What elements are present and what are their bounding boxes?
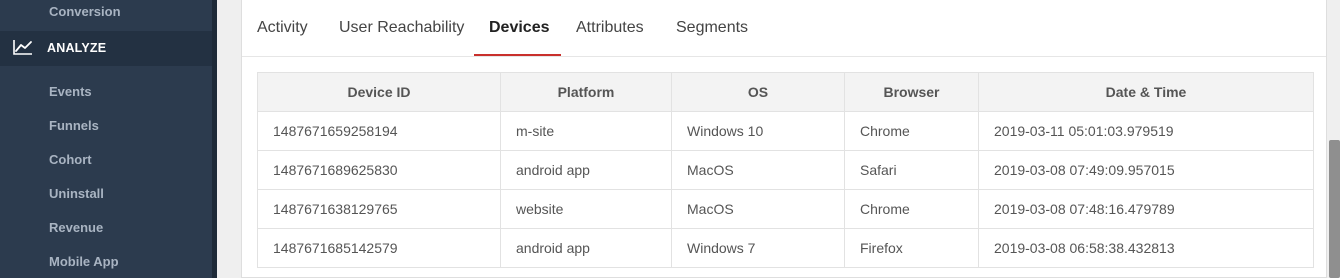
tab-user-reachability[interactable]: User Reachability [339,19,464,37]
sidebar: Conversion ANALYZE Events Funnels Cohort… [0,0,212,278]
cell-device-id: 1487671689625830 [257,150,501,190]
cell-os: Windows 7 [671,228,845,268]
cell-os: Windows 10 [671,111,845,151]
cell-platform: android app [500,228,672,268]
tab-activity[interactable]: Activity [257,19,308,37]
sidebar-item-events[interactable]: Events [49,84,92,99]
cell-device-id: 1487671659258194 [257,111,501,151]
cell-os: MacOS [671,189,845,229]
tab-attributes[interactable]: Attributes [576,19,644,37]
sidebar-item-funnels[interactable]: Funnels [49,118,99,133]
cell-os: MacOS [671,150,845,190]
cell-platform: website [500,189,672,229]
cell-browser: Safari [844,150,979,190]
cell-date-time: 2019-03-08 07:48:16.479789 [978,189,1314,229]
scrollbar-thumb[interactable] [1329,140,1340,278]
table-row: 1487671689625830 android app MacOS Safar… [257,150,1314,190]
tab-bar: Activity User Reachability Devices Attri… [242,0,1326,57]
table-header-row: Device ID Platform OS Browser Date & Tim… [257,72,1314,112]
cell-device-id: 1487671638129765 [257,189,501,229]
cell-browser: Chrome [844,189,979,229]
cell-date-time: 2019-03-08 06:58:38.432813 [978,228,1314,268]
sidebar-section-analyze[interactable]: ANALYZE [0,31,212,66]
tab-segments[interactable]: Segments [676,19,748,37]
column-header-browser[interactable]: Browser [844,72,979,112]
sidebar-section-label: ANALYZE [47,41,107,55]
table-row: 1487671638129765 website MacOS Chrome 20… [257,189,1314,229]
cell-browser: Chrome [844,111,979,151]
table-row: 1487671685142579 android app Windows 7 F… [257,228,1314,268]
devices-table: Device ID Platform OS Browser Date & Tim… [257,72,1314,268]
user-profile-panel: Activity User Reachability Devices Attri… [241,0,1327,278]
sidebar-item-revenue[interactable]: Revenue [49,220,103,235]
cell-date-time: 2019-03-11 05:01:03.979519 [978,111,1314,151]
column-header-device-id[interactable]: Device ID [257,72,501,112]
column-header-date-time[interactable]: Date & Time [978,72,1314,112]
cell-date-time: 2019-03-08 07:49:09.957015 [978,150,1314,190]
table-row: 1487671659258194 m-site Windows 10 Chrom… [257,111,1314,151]
sidebar-item-conversion[interactable]: Conversion [49,4,121,19]
cell-platform: m-site [500,111,672,151]
sidebar-divider [212,0,217,278]
column-header-os[interactable]: OS [671,72,845,112]
cell-platform: android app [500,150,672,190]
sidebar-item-uninstall[interactable]: Uninstall [49,186,104,201]
sidebar-item-mobile-app[interactable]: Mobile App [49,254,119,269]
sidebar-item-cohort[interactable]: Cohort [49,152,92,167]
cell-browser: Firefox [844,228,979,268]
cell-device-id: 1487671685142579 [257,228,501,268]
active-tab-indicator [474,54,561,56]
tab-devices[interactable]: Devices [489,19,550,37]
line-chart-icon [13,39,33,55]
column-header-platform[interactable]: Platform [500,72,672,112]
